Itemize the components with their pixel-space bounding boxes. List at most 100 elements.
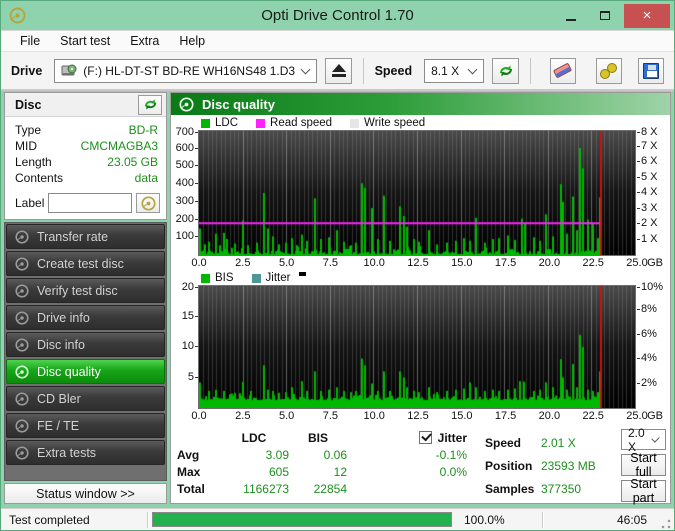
progress-fill (153, 513, 451, 526)
bis-plot (198, 285, 636, 409)
bis-chart: BIS Jitter 20 15 10 5 10% 8% 6% 4% 2% 0.… (171, 270, 670, 423)
refresh-disc-button[interactable] (138, 94, 162, 115)
ldc-speed-axis: 8 X 7 X 6 X 5 X 4 X 3 X 2 X 1 X (637, 126, 658, 245)
status-text: Test completed (9, 512, 90, 527)
stats-table: LDC BIS Jitter Avg 3.09 0.06 -0.1% Max 6… (177, 429, 467, 503)
disc-panel-title: Disc (15, 97, 42, 112)
sidebar-item-create-test-disc[interactable]: Create test disc (6, 251, 165, 276)
bis-x-axis: 0.0 2.5 5.0 7.5 10.0 12.5 15.0 17.5 20.0… (191, 410, 663, 422)
close-button[interactable]: × (624, 3, 670, 28)
sidebar-item-disc-quality[interactable]: Disc quality (6, 359, 165, 384)
test-speed-select[interactable]: 2.0 X (621, 426, 666, 454)
title-bar: Opti Drive Control 1.70 × (1, 1, 674, 30)
run-info: Speed 2.01 X Position 23593 MB Samples 3… (485, 431, 611, 503)
speed-select[interactable]: 8.1 X (424, 58, 485, 83)
avg-jitter-value: -0.1% (435, 447, 467, 462)
sidebar-item-disc-info[interactable]: Disc info (6, 332, 165, 357)
disc-label-caption: Label (15, 196, 45, 210)
jitter-scale-marker (299, 272, 307, 276)
speed-label: Speed (374, 63, 413, 78)
eject-button[interactable] (325, 57, 352, 84)
status-window-button[interactable]: Status window >> (4, 483, 167, 504)
jitter-column-header: Jitter (437, 430, 467, 445)
sidebar-item-drive-info[interactable]: Drive info (6, 305, 165, 330)
refresh-speed-button[interactable] (492, 57, 519, 84)
jitter-legend-label: Jitter (265, 272, 291, 284)
disc-row-type: Type BD-R (15, 123, 158, 137)
bis-legend-label: BIS (215, 272, 234, 284)
total-row-label: Total (177, 481, 205, 496)
disc-type-value: BD-R (128, 123, 158, 137)
sidebar-item-fe-te[interactable]: FE / TE (6, 413, 165, 438)
disc-icon (15, 311, 29, 325)
write-speed-legend-swatch (350, 118, 360, 128)
eject-icon (331, 64, 346, 77)
write-label-button[interactable] (136, 193, 160, 213)
progress-percent: 100.0% (464, 512, 505, 527)
jitter-checkbox[interactable] (418, 431, 432, 444)
statusbar-separator (147, 511, 148, 528)
write-speed-legend-label: Write speed (364, 117, 426, 129)
bis-column-header: BIS (307, 430, 328, 445)
resize-grip[interactable] (661, 518, 671, 529)
minimize-button[interactable] (556, 5, 586, 27)
drive-select[interactable]: (F:) HL-DT-ST BD-RE WH16NS48 1.D3 (54, 58, 318, 83)
sidebar: Transfer rate Create test disc Verify te… (4, 222, 167, 481)
menu-extra[interactable]: Extra (121, 32, 168, 50)
save-button[interactable] (637, 57, 664, 84)
drive-icon (61, 63, 77, 79)
disc-info-panel: Disc Type BD-R MID CMCMAGBA3 Length 23.05 G… (4, 92, 167, 220)
maximize-button[interactable] (590, 5, 620, 27)
speed-stat-value: 2.01 X (541, 435, 576, 450)
menu-help[interactable]: Help (170, 32, 214, 50)
sidebar-item-verify-test-disc[interactable]: Verify test disc (6, 278, 165, 303)
avg-row-label: Avg (177, 447, 200, 462)
elapsed-time: 46:05 (616, 512, 647, 527)
disc-row-mid: MID CMCMAGBA3 (15, 139, 158, 153)
minimize-icon (566, 18, 576, 21)
app-window: Opti Drive Control 1.70 × File Start tes… (0, 0, 675, 531)
test-controls: 2.0 X Start full Start part (621, 426, 666, 505)
avg-bis-value: 0.06 (323, 447, 347, 462)
start-part-button[interactable]: Start part (621, 477, 666, 505)
speed-select-value: 8.1 X (431, 63, 460, 78)
sidebar-item-transfer-rate[interactable]: Transfer rate (6, 224, 165, 249)
samples-stat-value: 377350 (541, 481, 582, 496)
tools-button[interactable] (595, 57, 622, 84)
menu-file[interactable]: File (11, 32, 49, 50)
disc-icon (15, 365, 29, 379)
ldc-plot (198, 130, 636, 256)
disc-icon (141, 196, 156, 211)
gears-icon (599, 62, 618, 79)
ldc-x-axis: 0.0 2.5 5.0 7.5 10.0 12.5 15.0 17.5 20.0… (191, 257, 663, 269)
max-bis-value: 12 (333, 464, 347, 479)
disc-icon (179, 97, 194, 112)
toolbar-separator (529, 57, 531, 84)
disc-label-input[interactable] (48, 193, 132, 213)
drive-select-value: (F:) HL-DT-ST BD-RE WH16NS48 1.D3 (83, 63, 296, 78)
maximize-icon (600, 11, 610, 20)
start-full-button[interactable]: Start full (621, 451, 666, 479)
sidebar-item-cd-bler[interactable]: CD Bler (6, 386, 165, 411)
drive-toolbar: Drive (F:) HL-DT-ST BD-RE WH16NS48 1.D3 … (1, 52, 674, 91)
eraser-icon (553, 62, 573, 79)
chevron-down-icon (301, 64, 311, 74)
disc-icon (15, 338, 29, 352)
chevron-down-icon (651, 433, 660, 443)
ldc-y-axis: 700 600 500 400 300 200 100 (175, 126, 199, 243)
refresh-icon (498, 63, 514, 79)
jitter-axis: 10% 8% 6% 4% 2% (636, 281, 664, 389)
disc-mid-value: CMCMAGBA3 (80, 139, 158, 153)
page-title: Disc quality (202, 96, 275, 112)
erase-disc-button[interactable] (549, 57, 576, 84)
sidebar-item-extra-tests[interactable]: Extra tests (6, 440, 165, 465)
progress-bar (152, 512, 452, 527)
menu-start-test[interactable]: Start test (51, 32, 119, 50)
left-column: Disc Type BD-R MID CMCMAGBA3 Length 23.05 G… (4, 92, 167, 504)
max-jitter-value: 0.0% (439, 464, 467, 479)
samples-stat-label: Samples (485, 481, 535, 496)
total-bis-value: 22854 (313, 481, 347, 496)
disc-icon (15, 230, 29, 244)
disc-length-value: 23.05 GB (107, 155, 158, 169)
speed-stat-label: Speed (485, 435, 522, 450)
